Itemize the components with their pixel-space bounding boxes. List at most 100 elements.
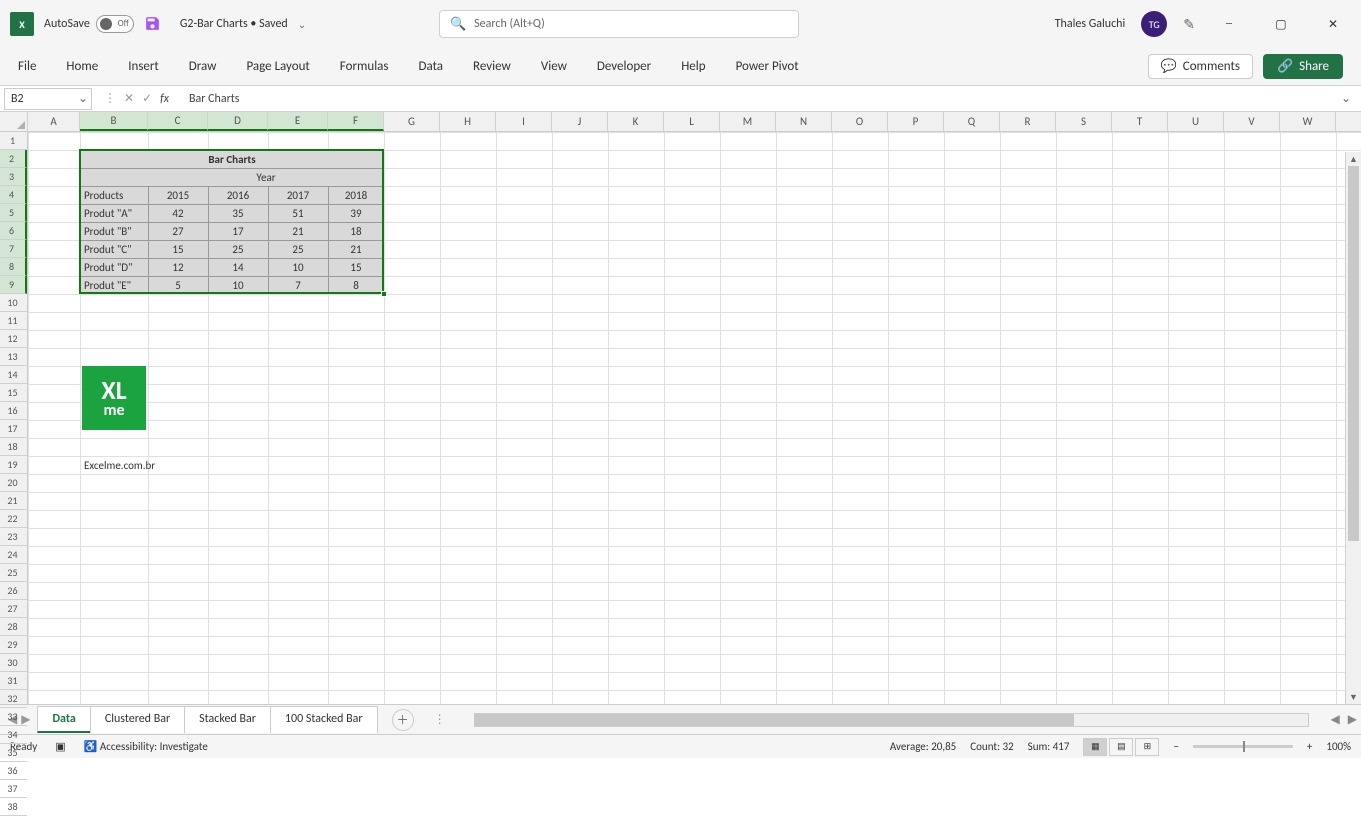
tab-file[interactable]: File (18, 55, 36, 78)
row-header-7[interactable]: 7 (0, 240, 27, 258)
sheet-tab-data[interactable]: Data (37, 706, 90, 733)
row-header-4[interactable]: 4 (0, 186, 27, 204)
row-header-8[interactable]: 8 (0, 258, 27, 276)
cell-C9[interactable]: 5 (148, 276, 208, 294)
col-header-X[interactable]: X (1336, 112, 1361, 131)
close-button[interactable]: ✕ (1315, 10, 1351, 38)
normal-view-button[interactable]: ▦ (1083, 738, 1107, 756)
row-header-20[interactable]: 20 (0, 474, 27, 492)
toggle-switch[interactable]: Off (96, 15, 134, 33)
col-header-G[interactable]: G (384, 112, 440, 131)
cell-D8[interactable]: 14 (208, 258, 268, 276)
maximize-button[interactable]: ▢ (1263, 10, 1299, 38)
scroll-up-icon[interactable]: ▲ (1346, 152, 1361, 166)
col-header-K[interactable]: K (608, 112, 664, 131)
horizontal-scrollbar[interactable] (474, 713, 1309, 727)
pen-icon[interactable]: ✎ (1183, 16, 1195, 33)
cell-F9[interactable]: 8 (328, 276, 384, 294)
name-box[interactable]: B2 ⌄ (4, 88, 92, 110)
hscroll-thumb[interactable] (475, 714, 1075, 726)
col-header-C[interactable]: C (148, 112, 208, 131)
cell-D7[interactable]: 25 (208, 240, 268, 258)
cell-E8[interactable]: 10 (268, 258, 328, 276)
cell-B4[interactable]: Products (80, 186, 148, 204)
row-header-2[interactable]: 2 (0, 150, 27, 168)
col-header-N[interactable]: N (776, 112, 832, 131)
cell-D6[interactable]: 17 (208, 222, 268, 240)
formula-input[interactable]: Bar Charts (177, 92, 1331, 106)
cell-F5[interactable]: 39 (328, 204, 384, 222)
row-header-16[interactable]: 16 (0, 402, 27, 420)
sheet-tab-clustered-bar[interactable]: Clustered Bar (90, 706, 185, 733)
row-header-1[interactable]: 1 (0, 132, 27, 150)
scroll-left-icon[interactable]: ◀ (1327, 712, 1344, 727)
cell-F6[interactable]: 18 (328, 222, 384, 240)
enter-icon[interactable]: ✓ (142, 91, 152, 106)
row-header-10[interactable]: 10 (0, 294, 27, 312)
row-header-30[interactable]: 30 (0, 654, 27, 672)
zoom-slider[interactable] (1193, 745, 1293, 748)
cell-C8[interactable]: 12 (148, 258, 208, 276)
cell-B8[interactable]: Produt "D" (80, 258, 148, 276)
row-header-3[interactable]: 3 (0, 168, 27, 186)
cell-F4[interactable]: 2018 (328, 186, 384, 204)
row-header-6[interactable]: 6 (0, 222, 27, 240)
fx-icon[interactable]: fx (160, 92, 169, 106)
cell-C6[interactable]: 27 (148, 222, 208, 240)
doc-name-dropdown-icon[interactable]: ⌄ (298, 18, 306, 31)
row-header-28[interactable]: 28 (0, 618, 27, 636)
row-header-31[interactable]: 31 (0, 672, 27, 690)
col-header-S[interactable]: S (1056, 112, 1112, 131)
cell-B9[interactable]: Produt "E" (80, 276, 148, 294)
cell-E7[interactable]: 25 (268, 240, 328, 258)
tab-draw[interactable]: Draw (189, 55, 217, 78)
row-header-29[interactable]: 29 (0, 636, 27, 654)
sheet-tab-stacked-bar[interactable]: Stacked Bar (184, 706, 271, 733)
tab-help[interactable]: Help (681, 55, 705, 78)
col-header-R[interactable]: R (1000, 112, 1056, 131)
col-header-U[interactable]: U (1168, 112, 1224, 131)
row-header-21[interactable]: 21 (0, 492, 27, 510)
vertical-scrollbar[interactable]: ▲ ▼ (1345, 152, 1361, 704)
page-break-view-button[interactable]: ⊞ (1135, 738, 1159, 756)
zoom-out-button[interactable]: − (1173, 740, 1178, 753)
row-header-27[interactable]: 27 (0, 600, 27, 618)
row-header-24[interactable]: 24 (0, 546, 27, 564)
col-header-F[interactable]: F (328, 112, 384, 131)
row-header-34[interactable]: 34 (0, 726, 27, 744)
scroll-right-icon[interactable]: ▶ (1344, 712, 1361, 727)
tab-developer[interactable]: Developer (597, 55, 651, 78)
row-header-15[interactable]: 15 (0, 384, 27, 402)
col-header-B[interactable]: B (80, 112, 148, 131)
row-header-12[interactable]: 12 (0, 330, 27, 348)
cell-E6[interactable]: 21 (268, 222, 328, 240)
row-header-22[interactable]: 22 (0, 510, 27, 528)
col-header-A[interactable]: A (28, 112, 80, 131)
row-header-11[interactable]: 11 (0, 312, 27, 330)
vscroll-thumb[interactable] (1348, 166, 1359, 541)
cell-B6[interactable]: Produt "B" (80, 222, 148, 240)
cell-E4[interactable]: 2017 (268, 186, 328, 204)
share-button[interactable]: 🔗 Share (1263, 54, 1343, 79)
col-header-T[interactable]: T (1112, 112, 1168, 131)
minimize-button[interactable]: ─ (1211, 10, 1247, 38)
tab-formulas[interactable]: Formulas (340, 55, 389, 78)
row-header-26[interactable]: 26 (0, 582, 27, 600)
document-name[interactable]: G2-Bar Charts • Saved (180, 17, 288, 31)
col-header-P[interactable]: P (888, 112, 944, 131)
user-name[interactable]: Thales Galuchi (1055, 17, 1126, 31)
cell-area[interactable]: Bar ChartsYearProducts2015201620172018Pr… (28, 132, 1361, 704)
row-header-17[interactable]: 17 (0, 420, 27, 438)
tab-scroll-options-icon[interactable]: ⋮ (434, 712, 446, 727)
cell-C7[interactable]: 15 (148, 240, 208, 258)
select-all-button[interactable] (0, 112, 28, 132)
row-header-38[interactable]: 38 (0, 798, 27, 816)
cell-D9[interactable]: 10 (208, 276, 268, 294)
zoom-level[interactable]: 100% (1326, 740, 1351, 753)
row-header-5[interactable]: 5 (0, 204, 27, 222)
cell-B7[interactable]: Produt "C" (80, 240, 148, 258)
cell-D5[interactable]: 35 (208, 204, 268, 222)
add-sheet-button[interactable]: ＋ (392, 709, 414, 731)
row-header-13[interactable]: 13 (0, 348, 27, 366)
cell-year-header[interactable]: Year (148, 168, 384, 186)
